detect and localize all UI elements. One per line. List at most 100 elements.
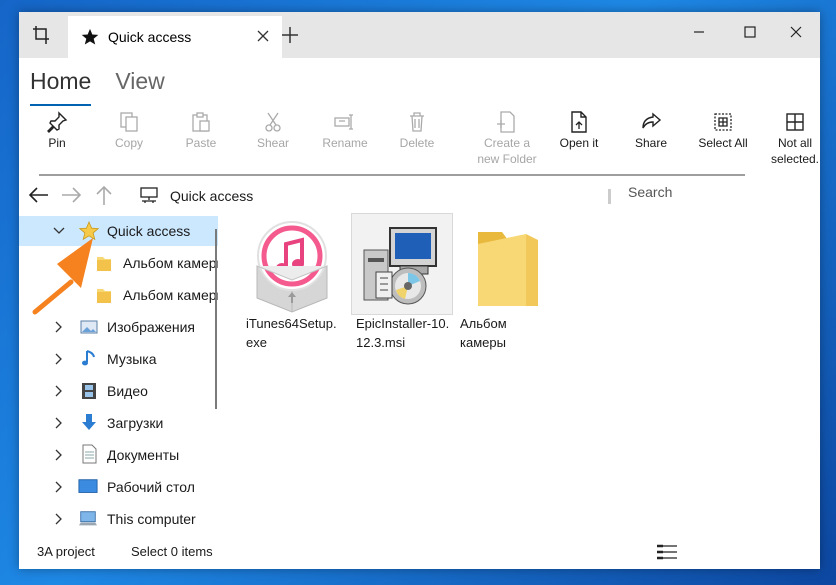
- details-view-icon[interactable]: [655, 543, 679, 561]
- trash-icon: [410, 112, 424, 132]
- delete-label: Delete: [399, 136, 435, 150]
- rename-icon: [334, 114, 353, 130]
- nav-item-downloads[interactable]: Загрузки: [19, 408, 218, 438]
- nav-label-downloads: Загрузки: [107, 415, 164, 431]
- rename-label: Rename: [322, 136, 368, 150]
- file-epic-installer[interactable]: EpicInstaller-10. 12.3.msi: [351, 213, 453, 352]
- open-file-icon: [571, 111, 587, 133]
- file-name-epic-1: EpicInstaller-10.: [356, 316, 450, 331]
- file-name-itunes-2: exe: [246, 335, 267, 350]
- copy-label: Copy: [114, 136, 143, 150]
- open-button[interactable]: Open it: [543, 110, 615, 151]
- star-icon: [81, 28, 99, 45]
- status-selection: Select 0 items: [131, 544, 213, 559]
- crop-icon[interactable]: [31, 24, 53, 46]
- chevron-right-icon[interactable]: [52, 416, 66, 430]
- nav-scrollbar[interactable]: [215, 229, 217, 409]
- pin-label: Pin: [48, 136, 66, 150]
- forward-arrow-icon[interactable]: [59, 184, 83, 206]
- new-folder-button[interactable]: Create a new Folder: [471, 110, 543, 167]
- share-icon: [642, 112, 662, 129]
- folder-album[interactable]: Альбом камеры: [456, 214, 556, 352]
- nav-label-quick-access: Quick access: [107, 223, 191, 239]
- pin-icon: [47, 111, 68, 133]
- tab-title: Quick access: [108, 29, 192, 45]
- close-window-icon[interactable]: [784, 20, 808, 44]
- tab-home[interactable]: Home: [30, 68, 104, 106]
- share-label: Share: [634, 136, 668, 150]
- nav-item-this-computer[interactable]: This computer: [19, 504, 218, 534]
- select-none-label-1: Not all: [777, 136, 812, 150]
- computer-icon: [78, 511, 98, 526]
- ribbon-commands: Pin Copy Paste Shear Rename Delete Creat…: [27, 110, 819, 172]
- scissors-icon: [265, 112, 281, 132]
- close-tab-icon[interactable]: [254, 27, 272, 45]
- nav-item-documents[interactable]: Документы: [19, 440, 218, 470]
- new-folder-label-2: new Folder: [477, 152, 537, 166]
- paste-icon: [192, 112, 210, 132]
- copy-icon: [120, 112, 138, 132]
- maximize-icon[interactable]: [738, 20, 762, 44]
- select-none-icon: [786, 113, 804, 131]
- open-label: Open it: [559, 136, 599, 150]
- annotation-arrow-icon: [32, 238, 93, 315]
- share-button[interactable]: Share: [615, 110, 687, 151]
- paste-button[interactable]: Paste: [165, 110, 237, 151]
- tab-quick-access[interactable]: Quick access: [68, 16, 282, 58]
- tab-view[interactable]: View: [115, 68, 177, 102]
- cut-button[interactable]: Shear: [237, 110, 309, 151]
- search-input[interactable]: Search: [628, 184, 672, 200]
- music-note-icon: [82, 350, 95, 366]
- document-icon: [82, 444, 97, 464]
- nav-item-video[interactable]: Видео: [19, 376, 218, 406]
- quick-access-location-icon: [140, 187, 158, 203]
- status-bar: 3A project Select 0 items: [19, 539, 820, 569]
- select-all-label: Select All: [698, 136, 748, 150]
- file-name-epic-2: 12.3.msi: [356, 335, 406, 350]
- new-folder-label-1: Create a: [483, 136, 531, 150]
- file-name-itunes-1: iTunes64Setup.: [246, 316, 337, 331]
- rename-button[interactable]: Rename: [309, 110, 381, 151]
- file-itunes-setup[interactable]: iTunes64Setup. exe: [242, 214, 342, 352]
- nav-label-album-1: Альбом камеры: [123, 255, 218, 271]
- msi-installer-icon: [363, 227, 437, 305]
- delete-button[interactable]: Delete: [381, 110, 453, 151]
- chevron-right-icon[interactable]: [52, 512, 66, 526]
- up-arrow-icon[interactable]: [92, 184, 116, 206]
- chevron-right-icon[interactable]: [52, 320, 66, 334]
- select-all-icon: [714, 113, 732, 131]
- nav-item-images[interactable]: Изображения: [19, 312, 218, 342]
- folder-name-album-1: Альбом: [460, 316, 507, 331]
- epic-thumbnail-frame: [351, 213, 453, 315]
- chevron-right-icon[interactable]: [52, 352, 66, 366]
- address-bar[interactable]: Quick access: [170, 188, 253, 204]
- desktop-icon: [78, 479, 98, 493]
- chevron-right-icon[interactable]: [52, 384, 66, 398]
- cut-label: Shear: [256, 136, 290, 150]
- nav-label-video: Видео: [107, 383, 148, 399]
- nav-label-images: Изображения: [107, 319, 195, 335]
- pictures-icon: [80, 320, 98, 334]
- chevron-right-icon[interactable]: [52, 480, 66, 494]
- nav-label-music: Музыка: [107, 351, 157, 367]
- select-none-button[interactable]: Not all selected.: [759, 110, 831, 167]
- folder-icon: [478, 232, 538, 306]
- new-tab-icon[interactable]: [279, 24, 301, 46]
- nav-label-desktop: Рабочий стол: [107, 479, 195, 495]
- paste-label: Paste: [185, 136, 217, 150]
- select-none-label-2: selected.: [770, 152, 820, 166]
- copy-button[interactable]: Copy: [93, 110, 165, 151]
- select-all-button[interactable]: Select All: [687, 110, 759, 151]
- back-arrow-icon[interactable]: [27, 184, 51, 206]
- chevron-right-icon[interactable]: [52, 448, 66, 462]
- file-explorer-window: Quick access Home View Pin Copy Paste Sh…: [19, 12, 820, 569]
- nav-item-music[interactable]: Музыка: [19, 344, 218, 374]
- folder-name-album-2: камеры: [460, 335, 506, 350]
- minimize-icon[interactable]: [687, 20, 711, 44]
- itunes-installer-icon: [256, 221, 328, 313]
- pin-button[interactable]: Pin: [21, 110, 93, 151]
- video-film-icon: [82, 383, 96, 399]
- title-bar: Quick access: [19, 12, 820, 58]
- nav-item-desktop[interactable]: Рабочий стол: [19, 472, 218, 502]
- status-item-count: 3A project: [37, 544, 95, 559]
